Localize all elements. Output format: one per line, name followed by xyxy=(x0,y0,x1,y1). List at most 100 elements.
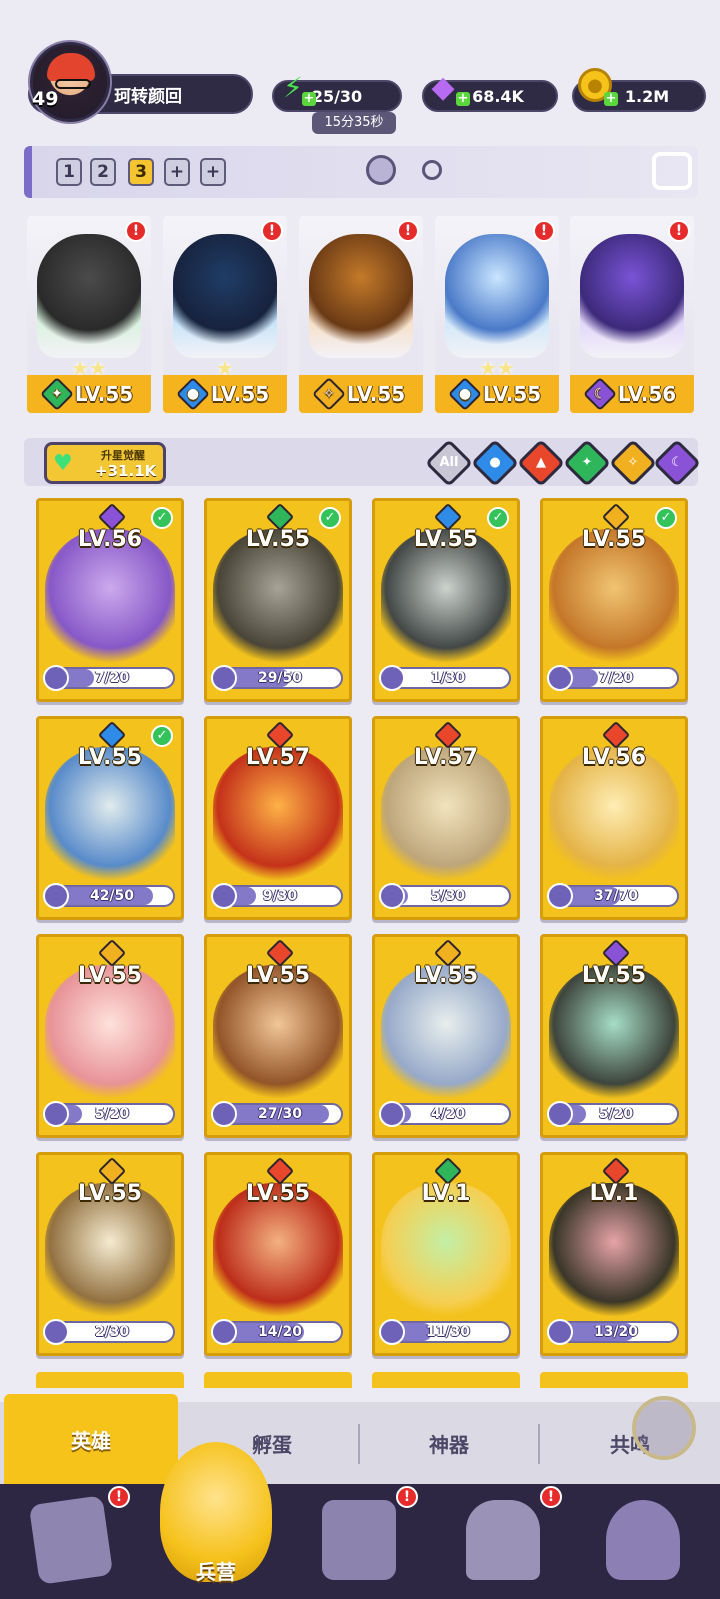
share-icon[interactable] xyxy=(652,152,692,190)
hood-icon[interactable] xyxy=(366,155,396,185)
team-hero-slot[interactable]: ✧ LV.55 ! xyxy=(299,216,423,413)
team-hero-slot[interactable]: ★★ ● LV.55 ! xyxy=(435,216,559,413)
team-hero-slot[interactable]: ☾ LV.56 ! xyxy=(570,216,694,413)
shard-icon xyxy=(43,883,69,909)
floating-sparkle-button[interactable] xyxy=(632,1396,696,1460)
gold-value: 1.2M xyxy=(624,86,670,106)
shard-icon xyxy=(43,665,69,691)
team-hero-slot[interactable]: ★ ● LV.55 ! xyxy=(163,216,287,413)
plus-icon[interactable]: + xyxy=(604,92,618,106)
shard-count: 2/30 xyxy=(94,1324,130,1340)
player-avatar[interactable] xyxy=(30,42,110,122)
hero-card[interactable]: LV.55 5/20 xyxy=(540,934,688,1138)
hero-card[interactable]: LV.55 ✓ 42/50 xyxy=(36,716,184,920)
hero-card[interactable]: LV.57 5/30 xyxy=(372,716,520,920)
tab-hero[interactable]: 英雄 xyxy=(4,1394,178,1484)
alert-badge: ! xyxy=(397,220,419,242)
hero-card[interactable]: LV.57 9/30 xyxy=(204,716,352,920)
hooded-hero-nav-icon[interactable] xyxy=(606,1500,680,1580)
hero-level: LV.55 xyxy=(346,382,406,406)
team-tab-3[interactable]: 3 xyxy=(128,158,154,186)
hero-card[interactable]: LV.55 4/20 xyxy=(372,934,520,1138)
team-selector-bar xyxy=(24,146,698,198)
hero-card[interactable]: LV.55 2/30 xyxy=(36,1152,184,1356)
hero-card[interactable]: LV.55 ✓ 29/50 xyxy=(204,498,352,702)
shard-icon xyxy=(379,1101,405,1127)
hero-card-partial xyxy=(540,1372,688,1388)
alert-badge: ! xyxy=(108,1486,130,1508)
alert-badge: ! xyxy=(396,1486,418,1508)
shard-count: 5/30 xyxy=(430,888,466,904)
shard-count: 5/20 xyxy=(598,1106,634,1122)
alert-badge: ! xyxy=(533,220,555,242)
hero-card[interactable]: LV.56 ✓ 7/20 xyxy=(36,498,184,702)
plus-icon[interactable]: + xyxy=(456,92,470,106)
shard-icon xyxy=(379,665,405,691)
player-level: 49 xyxy=(32,88,59,110)
hero-portrait xyxy=(580,234,684,358)
hero-portrait xyxy=(309,234,413,358)
hero-card[interactable]: LV.55 ✓ 7/20 xyxy=(540,498,688,702)
check-icon: ✓ xyxy=(151,725,173,747)
shard-icon xyxy=(211,665,237,691)
temple-nav-icon[interactable] xyxy=(466,1500,540,1580)
hero-level: LV.55 xyxy=(77,963,143,988)
shard-icon xyxy=(379,883,405,909)
shard-count: 37/70 xyxy=(593,888,639,904)
hero-card[interactable]: LV.55 ✓ 1/30 xyxy=(372,498,520,702)
shard-count: 27/30 xyxy=(257,1106,303,1122)
shard-count: 9/30 xyxy=(262,888,298,904)
cards-nav-icon[interactable] xyxy=(28,1495,114,1585)
map-nav-icon[interactable] xyxy=(322,1500,396,1580)
shard-count: 1/30 xyxy=(430,670,466,686)
hero-card-partial xyxy=(204,1372,352,1388)
hero-level: LV.56 xyxy=(617,382,677,406)
gem-value: 68.4K xyxy=(472,86,524,106)
hero-level: LV.55 xyxy=(581,963,647,988)
team-tab-2[interactable]: 2 xyxy=(90,158,116,186)
hero-portrait xyxy=(37,234,141,358)
alert-badge: ! xyxy=(540,1486,562,1508)
shard-icon xyxy=(547,1319,573,1345)
hero-level: LV.56 xyxy=(77,527,143,552)
shard-count: 14/20 xyxy=(257,1324,303,1340)
shard-count: 29/50 xyxy=(257,670,303,686)
hero-level: LV.1 xyxy=(421,1181,471,1206)
shard-count: 13/20 xyxy=(593,1324,639,1340)
hero-level: LV.55 xyxy=(210,382,270,406)
energy-timer: 15分35秒 xyxy=(312,112,396,134)
plus-icon[interactable]: + xyxy=(302,92,316,106)
hero-card[interactable]: LV.1 11/30 xyxy=(372,1152,520,1356)
hero-level: LV.55 xyxy=(245,963,311,988)
hero-card[interactable]: LV.55 5/20 xyxy=(36,934,184,1138)
tab-artifact[interactable]: 神器 xyxy=(360,1402,538,1484)
hero-portrait xyxy=(173,234,277,358)
shard-icon xyxy=(43,1319,69,1345)
shard-count: 7/20 xyxy=(94,670,130,686)
check-icon: ✓ xyxy=(151,507,173,529)
hero-level: LV.55 xyxy=(413,963,479,988)
search-icon[interactable] xyxy=(422,160,442,180)
shard-icon xyxy=(379,1319,405,1345)
team-add-button[interactable]: + xyxy=(200,158,226,186)
check-icon: ✓ xyxy=(487,507,509,529)
hero-card[interactable]: LV.56 37/70 xyxy=(540,716,688,920)
energy-value: 25/30 xyxy=(311,86,363,106)
filter-all-label: All xyxy=(439,455,459,470)
team-add-button[interactable]: + xyxy=(164,158,190,186)
water-element-icon: ● xyxy=(175,377,210,411)
wind-element-icon: ✦ xyxy=(39,377,74,411)
hero-level: LV.1 xyxy=(589,1181,639,1206)
hero-card[interactable]: LV.1 13/20 xyxy=(540,1152,688,1356)
heart-icon: ♥ xyxy=(53,451,73,476)
hero-card[interactable]: LV.55 14/20 xyxy=(204,1152,352,1356)
shard-icon xyxy=(547,1101,573,1127)
team-hero-slot[interactable]: ★★ ✦ LV.55 ! xyxy=(27,216,151,413)
hero-level: LV.55 xyxy=(581,527,647,552)
hero-level: LV.55 xyxy=(245,527,311,552)
hero-card-partial xyxy=(372,1372,520,1388)
hero-card-partial xyxy=(36,1372,184,1388)
team-tab-1[interactable]: 1 xyxy=(56,158,82,186)
star-awaken-button[interactable]: ♥ 升星觉醒 +31.1K xyxy=(44,442,166,484)
hero-card[interactable]: LV.55 27/30 xyxy=(204,934,352,1138)
